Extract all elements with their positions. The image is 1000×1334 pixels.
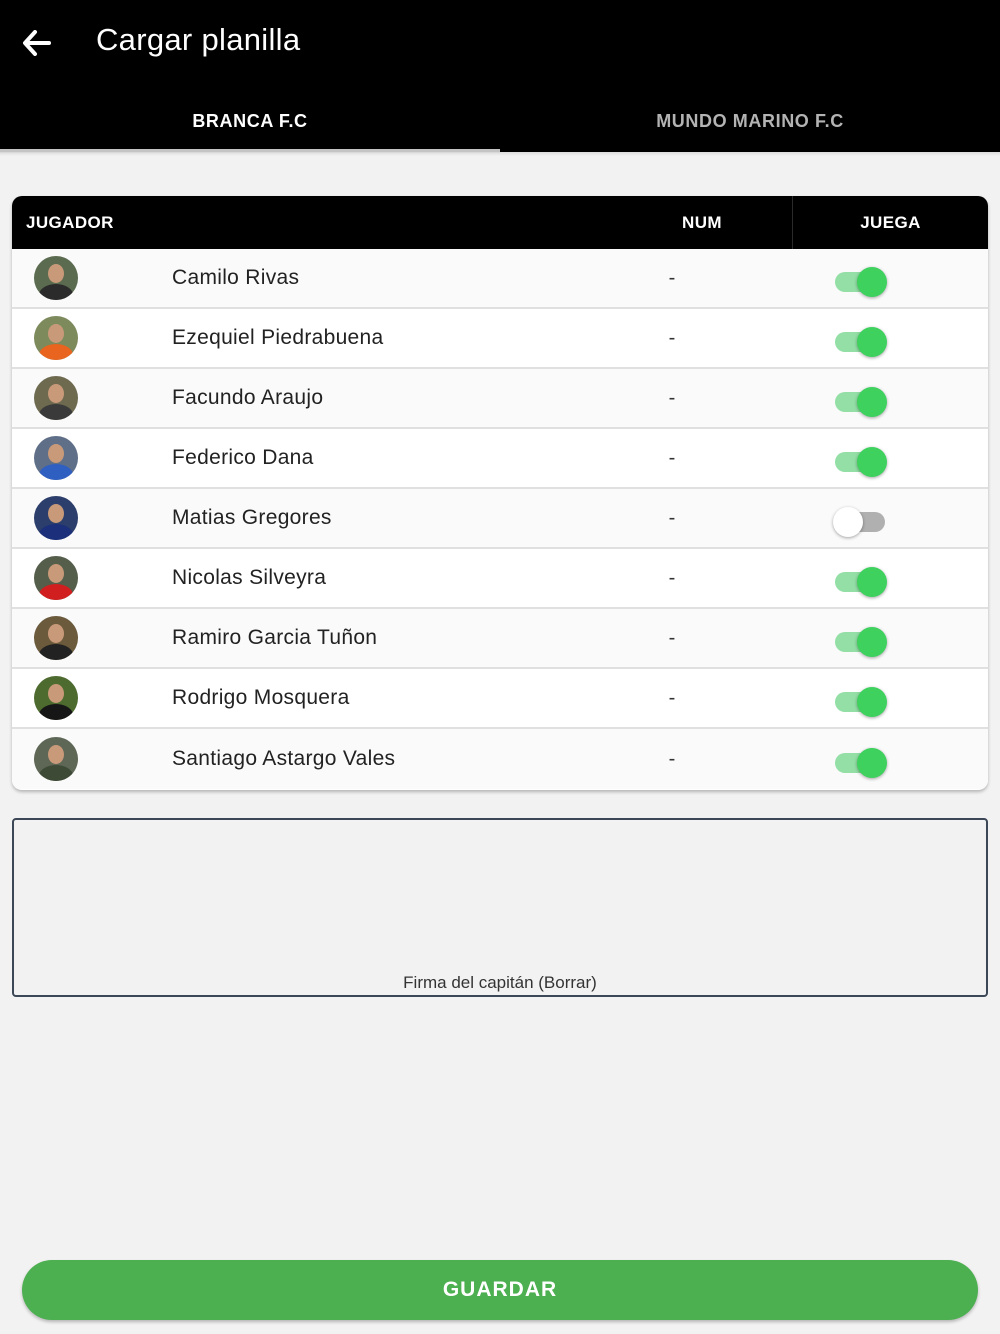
avatar-head bbox=[48, 745, 64, 764]
avatar bbox=[34, 496, 78, 540]
table-header: JUGADOR NUM JUEGA bbox=[12, 196, 988, 249]
avatar bbox=[34, 376, 78, 420]
plays-toggle[interactable] bbox=[833, 503, 887, 537]
plays-toggle[interactable] bbox=[833, 263, 887, 297]
plays-cell bbox=[732, 503, 988, 537]
table-row: Ramiro Garcia Tuñon - bbox=[12, 609, 988, 669]
plays-cell bbox=[732, 683, 988, 717]
plays-toggle[interactable] bbox=[833, 563, 887, 597]
table-row: Facundo Araujo - bbox=[12, 369, 988, 429]
table-row: Federico Dana - bbox=[12, 429, 988, 489]
player-name: Santiago Astargo Vales bbox=[172, 747, 396, 770]
table-row: Nicolas Silveyra - bbox=[12, 549, 988, 609]
player-number[interactable]: - bbox=[612, 627, 732, 650]
toggle-thumb bbox=[857, 447, 887, 477]
plays-toggle[interactable] bbox=[833, 443, 887, 477]
avatar-body bbox=[39, 765, 73, 781]
avatar bbox=[34, 316, 78, 360]
plays-toggle[interactable] bbox=[833, 744, 887, 778]
avatar-head bbox=[48, 264, 64, 283]
toggle-thumb bbox=[857, 387, 887, 417]
player-number[interactable]: - bbox=[612, 267, 732, 290]
player-name: Ramiro Garcia Tuñon bbox=[172, 626, 378, 649]
avatar-body bbox=[39, 404, 73, 420]
avatar bbox=[34, 256, 78, 300]
plays-cell bbox=[732, 263, 988, 297]
avatar bbox=[34, 616, 78, 660]
toggle-thumb bbox=[857, 327, 887, 357]
player-name: Matias Gregores bbox=[172, 506, 332, 529]
avatar bbox=[34, 737, 78, 781]
back-button[interactable] bbox=[14, 20, 60, 66]
toggle-thumb bbox=[833, 507, 863, 537]
players-table: JUGADOR NUM JUEGA Camilo Rivas - Ezequiel … bbox=[12, 196, 988, 790]
signature-caption[interactable]: Firma del capitán (Borrar) bbox=[14, 973, 986, 993]
column-header-player: JUGADOR bbox=[26, 212, 114, 232]
tab-bar-shadow bbox=[0, 152, 1000, 156]
avatar-body bbox=[39, 344, 73, 360]
player-name: Facundo Araujo bbox=[172, 386, 324, 409]
plays-cell bbox=[732, 744, 988, 778]
tab-mundo-marino[interactable]: MUNDO MARINO F.C bbox=[500, 90, 1000, 152]
plays-toggle[interactable] bbox=[833, 623, 887, 657]
player-name: Ezequiel Piedrabuena bbox=[172, 326, 384, 349]
plays-cell bbox=[732, 563, 988, 597]
avatar-body bbox=[39, 644, 73, 660]
plays-toggle[interactable] bbox=[833, 683, 887, 717]
toggle-thumb bbox=[857, 627, 887, 657]
table-row: Santiago Astargo Vales - bbox=[12, 729, 988, 789]
tab-branca[interactable]: BRANCA F.C bbox=[0, 90, 500, 152]
avatar-head bbox=[48, 384, 64, 403]
plays-cell bbox=[732, 623, 988, 657]
player-number[interactable]: - bbox=[612, 748, 732, 771]
players-list: Camilo Rivas - Ezequiel Piedrabuena - Facund… bbox=[12, 249, 988, 789]
plays-toggle[interactable] bbox=[833, 383, 887, 417]
signature-pad[interactable]: Firma del capitán (Borrar) bbox=[12, 818, 988, 997]
team-tabs: BRANCA F.C MUNDO MARINO F.C bbox=[0, 90, 1000, 152]
player-name: Rodrigo Mosquera bbox=[172, 686, 350, 709]
avatar-head bbox=[48, 684, 64, 703]
arrow-left-icon bbox=[23, 30, 51, 56]
player-name: Federico Dana bbox=[172, 446, 314, 469]
plays-cell bbox=[732, 443, 988, 477]
app-bar: Cargar planilla BRANCA F.C MUNDO MARINO … bbox=[0, 0, 1000, 152]
page-title: Cargar planilla bbox=[96, 22, 301, 57]
avatar-body bbox=[39, 584, 73, 600]
player-number[interactable]: - bbox=[612, 327, 732, 350]
player-number[interactable]: - bbox=[612, 387, 732, 410]
avatar-body bbox=[39, 524, 73, 540]
avatar-head bbox=[48, 504, 64, 523]
toggle-thumb bbox=[857, 267, 887, 297]
player-number[interactable]: - bbox=[612, 567, 732, 590]
table-row: Ezequiel Piedrabuena - bbox=[12, 309, 988, 369]
avatar-body bbox=[39, 284, 73, 300]
save-button[interactable]: GUARDAR bbox=[22, 1260, 978, 1320]
table-row: Rodrigo Mosquera - bbox=[12, 669, 988, 729]
player-name: Nicolas Silveyra bbox=[172, 566, 327, 589]
avatar bbox=[34, 676, 78, 720]
toggle-thumb bbox=[857, 687, 887, 717]
avatar bbox=[34, 556, 78, 600]
avatar bbox=[34, 436, 78, 480]
avatar-head bbox=[48, 444, 64, 463]
toggle-thumb bbox=[857, 748, 887, 778]
player-number[interactable]: - bbox=[612, 447, 732, 470]
plays-cell bbox=[732, 383, 988, 417]
table-row: Camilo Rivas - bbox=[12, 249, 988, 309]
column-header-number: NUM bbox=[682, 212, 722, 232]
avatar-head bbox=[48, 624, 64, 643]
toggle-thumb bbox=[857, 567, 887, 597]
avatar-head bbox=[48, 564, 64, 583]
player-number[interactable]: - bbox=[612, 507, 732, 530]
avatar-head bbox=[48, 324, 64, 343]
avatar-body bbox=[39, 464, 73, 480]
plays-toggle[interactable] bbox=[833, 323, 887, 357]
column-header-plays: JUEGA bbox=[860, 212, 921, 232]
avatar-body bbox=[39, 704, 73, 720]
plays-cell bbox=[732, 323, 988, 357]
table-row: Matias Gregores - bbox=[12, 489, 988, 549]
player-name: Camilo Rivas bbox=[172, 266, 300, 289]
player-number[interactable]: - bbox=[612, 687, 732, 710]
